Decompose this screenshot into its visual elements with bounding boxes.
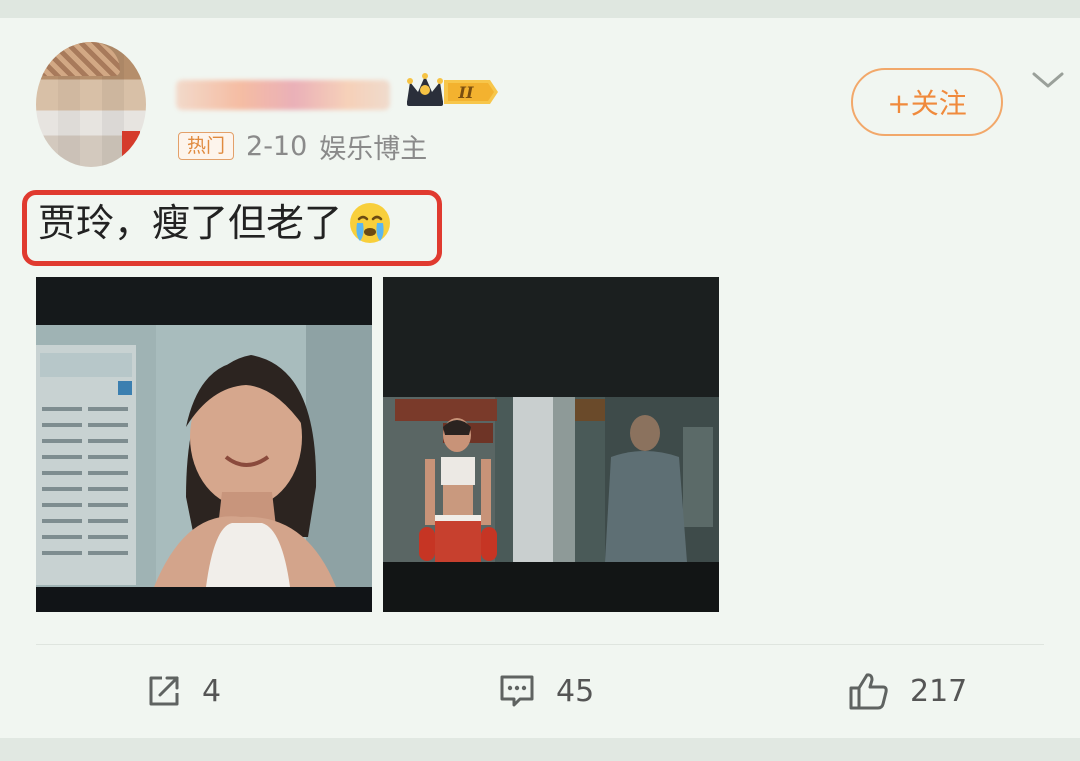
like-action[interactable]: 217 <box>848 668 967 714</box>
crying-emoji-icon <box>350 203 391 243</box>
post-image-1[interactable] <box>36 277 372 612</box>
comment-action[interactable]: 45 <box>498 668 594 714</box>
post-image-1-graphic <box>36 277 372 612</box>
like-icon <box>849 673 888 710</box>
comment-count: 45 <box>556 673 595 709</box>
level-badge: II <box>444 80 498 104</box>
share-icon <box>149 676 179 706</box>
avatar[interactable] <box>36 42 146 167</box>
bottom-strip <box>0 738 1080 761</box>
follow-button[interactable]: +关注 <box>851 68 1003 136</box>
repost-count: 4 <box>202 673 222 709</box>
top-strip <box>0 0 1080 18</box>
author-role: 娱乐博主 <box>319 133 428 165</box>
avatar-cap-pattern <box>40 42 120 76</box>
repost-action[interactable]: 4 <box>146 668 221 714</box>
action-bar-divider <box>36 644 1044 645</box>
post-text: 贾玲，瘦了但老了 <box>38 201 343 245</box>
crown-icon <box>407 73 443 106</box>
post-date: 2-10 <box>246 130 308 162</box>
avatar-color-spot <box>122 131 140 157</box>
post-image-2-graphic <box>383 277 719 612</box>
comment-icon <box>500 675 534 707</box>
post-meta: 热门 2-10 娱乐博主 <box>178 128 428 165</box>
username-obscured[interactable] <box>176 80 390 110</box>
chevron-down-icon[interactable] <box>1030 68 1066 92</box>
hot-badge: 热门 <box>178 132 235 160</box>
post-image-2[interactable] <box>383 277 719 612</box>
level-label: II <box>458 83 474 102</box>
like-count: 217 <box>910 673 968 709</box>
post-text-line: 贾玲，瘦了但老了 <box>38 198 392 248</box>
